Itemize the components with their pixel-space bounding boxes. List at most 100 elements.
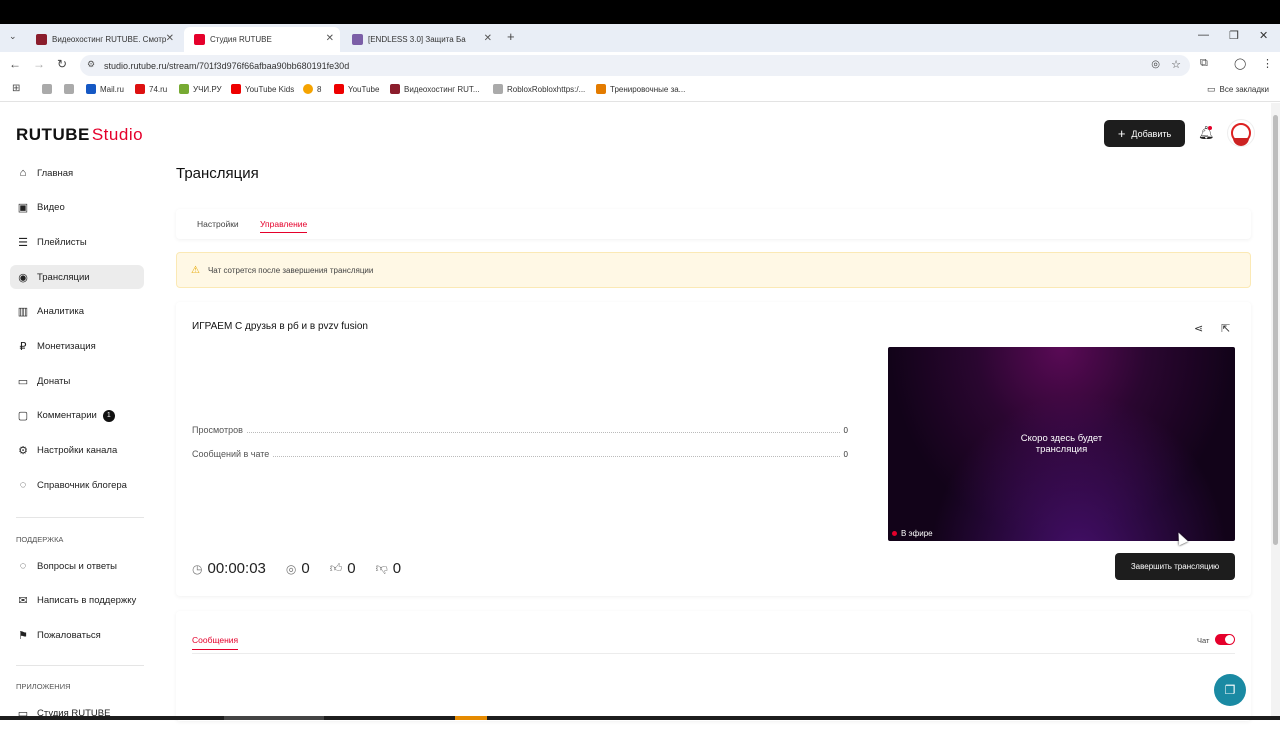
bookmark-icon (64, 84, 74, 94)
back-icon[interactable]: ← (9, 57, 21, 71)
chat-warning-banner: ⚠ Чат сотрется после завершения трансляц… (176, 252, 1251, 288)
close-tab-icon[interactable]: ✕ (484, 33, 492, 44)
close-tab-icon[interactable]: ✕ (326, 33, 334, 44)
tab-title: Видеохостинг RUTUBE. Смотр (52, 35, 167, 44)
tab-search-icon[interactable]: ⌄ (9, 31, 17, 42)
user-avatar[interactable] (1227, 119, 1255, 147)
messages-card: Сообщения Чат (176, 611, 1251, 721)
preview-text-line2: трансляция (1035, 444, 1088, 455)
thumbs-down-icon: 👎︎ (375, 561, 388, 575)
end-stream-button[interactable]: Завершить трансляцию (1115, 553, 1235, 580)
sidebar-item-home[interactable]: ⌂ Главная (10, 161, 144, 185)
sidebar-item-monetization[interactable]: ₽ Монетизация (10, 334, 144, 358)
browser-tab-studio[interactable]: Студия RUTUBE ✕ (184, 27, 340, 52)
extensions-icon[interactable]: ⧉ (1200, 57, 1208, 70)
browser-menu-icon[interactable]: ⋮ (1262, 57, 1273, 70)
tab-settings[interactable]: Настройки (197, 219, 239, 229)
browser-tab-rutube[interactable]: Видеохостинг RUTUBE. Смотр ✕ (26, 27, 180, 52)
bookmarks-bar: ⊞ Mail.ru 74.ru УЧИ.РУ YouTube Kids 8 Yo… (0, 78, 1280, 102)
all-bookmarks-label: Все закладки (1219, 85, 1269, 94)
sidebar-item-studio-app[interactable]: ▭ Студия RUTUBE (10, 701, 144, 725)
bookmark-uchiru[interactable]: УЧИ.РУ (179, 84, 222, 94)
page-scrollbar[interactable] (1271, 103, 1280, 720)
bookmark-8[interactable]: 8 (303, 84, 321, 94)
sidebar-item-video[interactable]: ▣ Видео (10, 196, 144, 220)
site-info-icon[interactable]: ⚙ (87, 59, 95, 70)
system-top-bar (0, 0, 1280, 24)
comments-icon: ▢ (17, 410, 29, 423)
rutube-studio-logo[interactable]: RUTUBE Studio (16, 125, 143, 145)
open-external-icon[interactable]: ⇱ (1221, 322, 1230, 335)
hide-icon[interactable]: ◎ (1151, 59, 1160, 70)
share-icon[interactable]: ⋖ (1194, 322, 1203, 335)
youtube-icon (334, 84, 344, 94)
sidebar-item-label: Комментарии (37, 410, 97, 422)
sidebar-item-label: Вопросы и ответы (37, 560, 118, 572)
stream-preview[interactable]: Скоро здесь будет трансляция В эфире (888, 347, 1235, 541)
sidebar-item-analytics[interactable]: ▥ Аналитика (10, 300, 144, 324)
sidebar-item-write-support[interactable]: ✉ Написать в поддержку (10, 589, 144, 613)
settings-icon: ⚙ (18, 445, 28, 457)
faq-icon: ◌ (19, 560, 27, 572)
scrollbar-thumb[interactable] (1273, 115, 1278, 545)
bookmark-1[interactable] (42, 84, 56, 94)
sidebar-item-faq[interactable]: ◌ Вопросы и ответы (10, 554, 144, 578)
bookmark-mailru[interactable]: Mail.ru (86, 84, 124, 94)
restore-icon[interactable]: ❐ (1229, 29, 1239, 42)
chat-toggle[interactable] (1215, 634, 1235, 645)
url-input[interactable]: ⚙ studio.rutube.ru/stream/701f3d976f66af… (80, 55, 1190, 76)
bookmark-youtube-kids[interactable]: YouTube Kids (231, 84, 294, 94)
tab-control[interactable]: Управление (260, 219, 308, 233)
bookmark-training[interactable]: Тренировочные за... (596, 84, 685, 94)
close-window-icon[interactable]: ✕ (1259, 29, 1268, 42)
sidebar-item-report[interactable]: ⚑ Пожаловаться (10, 623, 144, 647)
new-tab-icon[interactable]: + (507, 29, 515, 44)
sidebar-divider (16, 665, 144, 666)
sidebar-item-donates[interactable]: ▭ Донаты (10, 369, 144, 393)
flag-icon: ⚑ (18, 629, 28, 642)
sidebar-item-label: Донаты (37, 375, 71, 387)
bookmark-rutube[interactable]: Видеохостинг RUT... (390, 84, 480, 94)
likes-value: 0 (347, 560, 356, 577)
reload-icon[interactable]: ↻ (57, 57, 67, 71)
bookmark-roblox[interactable]: RobloxRobloxhttps:/... (493, 84, 585, 94)
browser-tab-strip: ⌄ Видеохостинг RUTUBE. Смотр ✕ Студия RU… (0, 24, 1280, 52)
bookmark-youtube[interactable]: YouTube (334, 84, 379, 94)
sidebar-item-playlists[interactable]: ☰ Плейлисты (10, 230, 144, 254)
sidebar-item-channel-settings[interactable]: ⚙ Настройки канала (10, 439, 144, 463)
forward-icon[interactable]: → (33, 57, 45, 71)
sidebar-item-broadcasts[interactable]: ◉ Трансляции (10, 265, 144, 290)
home-icon: ⌂ (19, 167, 27, 179)
profile-icon[interactable]: ◯ (1234, 57, 1246, 70)
close-tab-icon[interactable]: ✕ (166, 33, 174, 44)
taskbar-segment (224, 716, 324, 720)
stat-dots (246, 427, 840, 433)
bookmark-label: RobloxRobloxhttps:/... (507, 84, 586, 94)
stream-card: ИГРАЕМ С друзья в рб и в pvzv fusion ⋖ ⇱… (176, 302, 1251, 596)
stat-value: 0 (843, 426, 848, 435)
support-chat-button[interactable]: ❐ (1214, 674, 1246, 706)
sidebar-item-blogger-guide[interactable]: ◌ Справочник блогера (10, 473, 144, 497)
chat-bubble-icon: ❐ (1224, 683, 1236, 697)
roblox-icon (493, 84, 503, 94)
bookmark-74ru[interactable]: 74.ru (135, 84, 167, 94)
training-icon (596, 84, 606, 94)
donate-icon: ▭ (17, 375, 29, 388)
apps-grid-icon[interactable]: ⊞ (12, 83, 20, 94)
bookmark-icon (42, 84, 52, 94)
add-button[interactable]: + Добавить (1104, 120, 1185, 147)
browser-address-bar: ← → ↻ ⚙ studio.rutube.ru/stream/701f3d97… (0, 52, 1280, 78)
all-bookmarks[interactable]: ▭ Все закладки (1207, 84, 1269, 95)
tab-messages[interactable]: Сообщения (192, 635, 239, 650)
comments-count-badge: 1 (102, 409, 115, 422)
notifications-bell-icon[interactable]: 🔔︎ (1198, 125, 1215, 141)
minimize-icon[interactable]: — (1198, 29, 1209, 41)
bookmark-2[interactable] (64, 84, 78, 94)
youtube-kids-icon (231, 84, 241, 94)
tab-title: [ENDLESS 3.0] Защита Ба (368, 35, 466, 44)
monetization-icon: ₽ (19, 340, 27, 353)
bookmark-star-icon[interactable]: ☆ (1171, 58, 1181, 71)
browser-tab-endless[interactable]: [ENDLESS 3.0] Защита Ба ✕ (342, 27, 498, 52)
mail-icon: ✉ (18, 595, 28, 608)
sidebar-item-comments[interactable]: ▢ Комментарии 1 (10, 404, 144, 428)
